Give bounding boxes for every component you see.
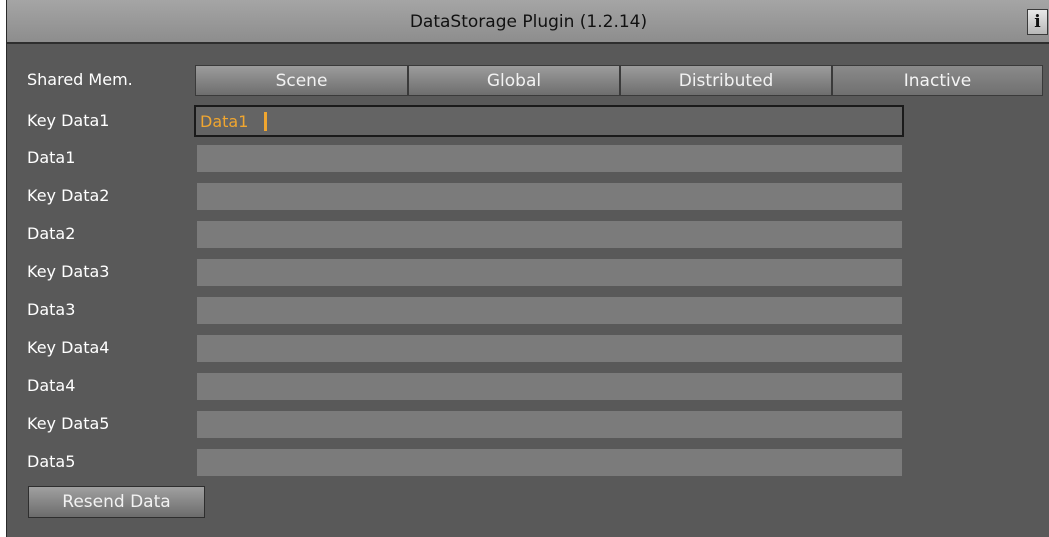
- key-data3-label: Key Data3: [27, 262, 110, 281]
- resend-data-button[interactable]: Resend Data: [28, 486, 205, 518]
- data4-label: Data4: [27, 376, 76, 395]
- shared-mem-global-button[interactable]: Global: [408, 65, 620, 96]
- data3-input[interactable]: [197, 297, 902, 324]
- key-data5-label: Key Data5: [27, 414, 110, 433]
- shared-mem-distributed-button[interactable]: Distributed: [620, 65, 832, 96]
- data4-field[interactable]: [197, 373, 902, 400]
- key-data1-label: Key Data1: [27, 111, 110, 130]
- key-data3-input[interactable]: [197, 259, 902, 286]
- plugin-panel: DataStorage Plugin (1.2.14) i Shared Mem…: [6, 0, 1049, 537]
- data4-input[interactable]: [197, 373, 902, 400]
- title-bar: DataStorage Plugin (1.2.14) i: [7, 0, 1049, 44]
- key-data5-field[interactable]: [197, 411, 902, 438]
- data5-field[interactable]: [197, 449, 902, 476]
- plugin-title: DataStorage Plugin (1.2.14): [409, 12, 648, 32]
- data1-label: Data1: [27, 148, 76, 167]
- key-data4-field[interactable]: [197, 335, 902, 362]
- key-data3-field[interactable]: [197, 259, 902, 286]
- shared-mem-label: Shared Mem.: [27, 70, 133, 89]
- data5-label: Data5: [27, 452, 76, 471]
- data2-input[interactable]: [197, 221, 902, 248]
- key-data2-input[interactable]: [197, 183, 902, 210]
- key-data2-label: Key Data2: [27, 186, 110, 205]
- key-data5-input[interactable]: [197, 411, 902, 438]
- shared-mem-scene-button[interactable]: Scene: [195, 65, 408, 96]
- info-button[interactable]: i: [1027, 9, 1048, 35]
- data2-field[interactable]: [197, 221, 902, 248]
- data3-label: Data3: [27, 300, 76, 319]
- key-data4-input[interactable]: [197, 335, 902, 362]
- text-cursor: [264, 112, 267, 131]
- data5-input[interactable]: [197, 449, 902, 476]
- key-data2-field[interactable]: [197, 183, 902, 210]
- data3-field[interactable]: [197, 297, 902, 324]
- shared-mem-inactive-button[interactable]: Inactive: [832, 65, 1043, 96]
- data2-label: Data2: [27, 224, 76, 243]
- key-data1-field[interactable]: [194, 105, 904, 137]
- key-data4-label: Key Data4: [27, 338, 110, 357]
- key-data1-input[interactable]: [196, 107, 902, 135]
- data1-field[interactable]: [197, 145, 902, 172]
- data1-input[interactable]: [197, 145, 902, 172]
